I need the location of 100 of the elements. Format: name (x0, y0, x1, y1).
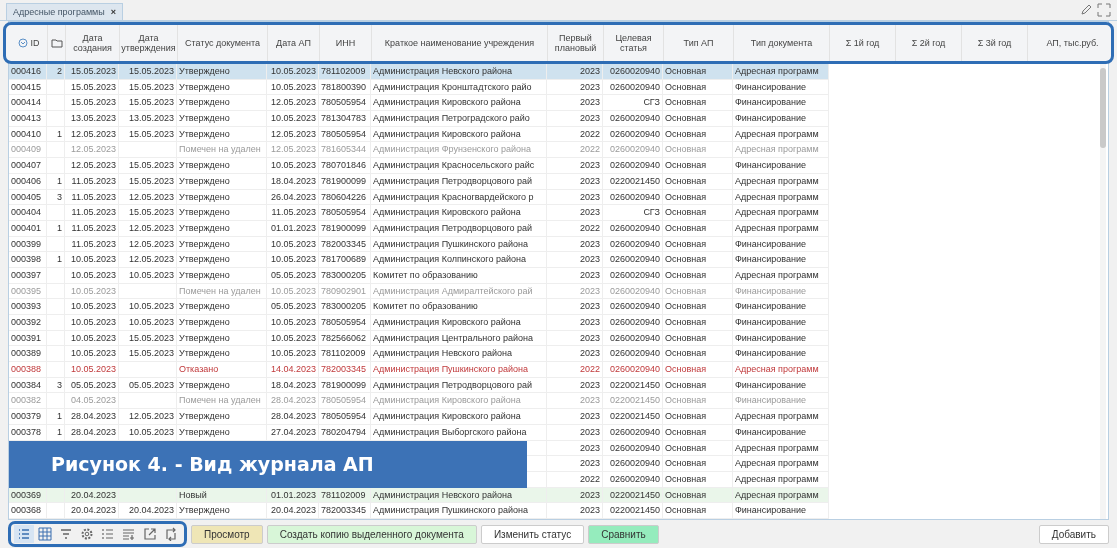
doctype-cell: Финансирование (735, 505, 807, 516)
header-label: АП, тыс.руб. (1046, 37, 1099, 49)
column-header[interactable]: Дата утверждения (120, 25, 178, 61)
doctype-cell: Адресная программ (735, 128, 819, 139)
action-button[interactable]: Изменить статус (480, 524, 585, 544)
tool-button[interactable] (35, 525, 55, 543)
inn-cell: 781102009 (321, 489, 366, 500)
type-cell: Основная (665, 301, 707, 312)
header-label: Σ 1й год (845, 37, 880, 49)
date-cell: 12.05.2023 (70, 128, 116, 139)
column-header[interactable]: Тип АП (664, 25, 734, 61)
date-cell: 18.04.2023 (270, 175, 316, 186)
name-cell: Администрация Пушкинского района (373, 238, 528, 249)
id-cell: 000378 (11, 426, 42, 437)
inn-cell: 781900099 (321, 379, 367, 390)
column-header[interactable]: Σ 2й год (896, 25, 962, 61)
year-cell: 2023 (579, 442, 600, 453)
name-cell: Администрация Пушкинского района (373, 364, 528, 375)
column-header[interactable]: Целевая статья (604, 25, 664, 61)
column-header[interactable]: Первый плановый (548, 25, 604, 61)
year-cell: 2022 (579, 473, 600, 484)
column-header[interactable]: ИНН (320, 25, 372, 61)
date-cell: 26.04.2023 (270, 191, 316, 202)
date-cell: 15.05.2023 (128, 348, 174, 359)
date-cell: 10.05.2023 (128, 301, 174, 312)
count-cell: 1 (57, 222, 62, 233)
doctype-cell: Адресная программ (735, 191, 819, 202)
inn-cell: 780505954 (321, 207, 367, 218)
status-cell: Утверждено (179, 269, 230, 280)
status-cell: Утверждено (179, 113, 230, 124)
action-button[interactable]: Создать копию выделенного документа (266, 524, 477, 544)
column-header[interactable]: Тип документа (734, 25, 830, 61)
close-button[interactable]: × (110, 7, 116, 17)
date-cell: 15.05.2023 (70, 97, 116, 108)
year-cell: 2022 (579, 222, 600, 233)
status-cell: Утверждено (179, 175, 230, 186)
id-cell: 000389 (11, 348, 42, 359)
column-header[interactable]: Краткое наименование учреждения (372, 25, 548, 61)
add-button[interactable]: Добавить (1038, 524, 1109, 544)
doctype-cell: Адресная программ (735, 207, 819, 218)
inn-cell: 782566062 (321, 332, 367, 343)
date-cell: 15.05.2023 (70, 66, 116, 76)
date-cell: 15.05.2023 (128, 128, 174, 139)
id-cell: 000404 (11, 207, 42, 218)
pencil-icon[interactable] (1079, 3, 1093, 17)
id-cell: 000414 (11, 97, 42, 108)
article-cell: 0260020940 (609, 348, 660, 359)
name-cell: Комитет по образованию (373, 269, 478, 280)
status-cell: Помечен на удален (179, 285, 261, 296)
type-cell: Основная (665, 160, 707, 171)
tool-button[interactable] (14, 525, 34, 543)
column-header[interactable]: Σ 3й год (962, 25, 1028, 61)
tab[interactable]: Адресные программы × (6, 3, 123, 20)
year-cell: 2023 (579, 411, 600, 422)
date-cell: 15.05.2023 (128, 66, 174, 76)
date-cell: 18.04.2023 (270, 379, 316, 390)
inn-cell: 780204794 (321, 426, 367, 437)
column-header[interactable]: АП, тыс.руб. (1028, 25, 1117, 61)
article-cell: 0220021450 (609, 489, 660, 500)
date-cell: 01.01.2023 (270, 222, 316, 233)
swap-icon (164, 527, 178, 541)
article-cell: 0260020940 (609, 254, 660, 265)
name-cell: Администрация Выборгского района (373, 426, 527, 437)
year-cell: 2023 (579, 489, 600, 500)
inn-cell: 780505954 (321, 317, 367, 327)
action-button[interactable]: Сравнить (588, 524, 659, 544)
date-cell: 15.05.2023 (128, 97, 174, 108)
year-cell: 2022 (579, 364, 600, 375)
doctype-cell: Адресная программ (735, 442, 819, 453)
filter-icon (59, 527, 73, 541)
inn-cell: 780505954 (321, 97, 367, 108)
date-cell: 20.04.2023 (270, 505, 316, 516)
date-cell: 11.05.2023 (271, 207, 316, 218)
sort-icon (122, 527, 136, 541)
date-cell: 15.05.2023 (128, 207, 174, 218)
type-cell: Основная (665, 332, 707, 343)
header-label: Первый плановый (553, 32, 598, 54)
year-cell: 2022 (579, 128, 600, 139)
year-cell: 2023 (579, 458, 600, 469)
doctype-cell: Финансирование (735, 395, 807, 406)
chevron-circle-icon[interactable] (17, 38, 28, 48)
header-label: Краткое наименование учреждения (384, 37, 535, 49)
fullscreen-icon[interactable] (1097, 3, 1111, 17)
column-header[interactable]: ID (10, 25, 48, 61)
date-cell: 14.04.2023 (270, 364, 316, 375)
date-cell: 10.05.2023 (270, 317, 316, 327)
column-header[interactable]: Дата создания (66, 25, 120, 61)
column-header[interactable] (48, 25, 66, 61)
type-cell: Основная (665, 379, 707, 390)
count-cell: 3 (57, 379, 62, 390)
column-header[interactable]: Σ 1й год (830, 25, 896, 61)
name-cell: Администрация Красносельского райс (373, 160, 535, 171)
column-header[interactable]: Дата АП (268, 25, 320, 61)
header-label: Целевая статья (614, 32, 653, 54)
type-cell: Основная (665, 473, 707, 484)
date-cell: 01.01.2023 (270, 489, 316, 500)
article-cell: 0260020940 (609, 160, 660, 171)
action-button[interactable]: Просмотр (191, 524, 263, 544)
scrollbar[interactable] (1100, 64, 1106, 519)
column-header[interactable]: Статус документа (178, 25, 268, 61)
